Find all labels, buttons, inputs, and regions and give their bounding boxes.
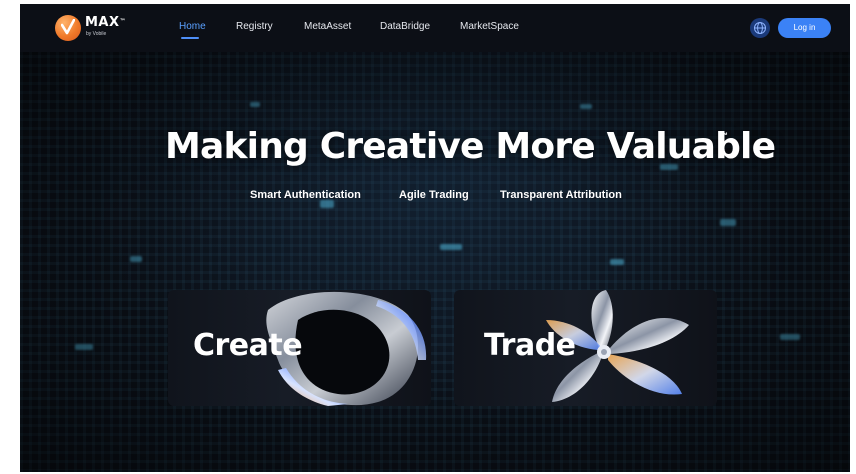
nav-marketspace[interactable]: MarketSpace bbox=[460, 21, 519, 33]
login-button[interactable]: Log in bbox=[778, 18, 831, 38]
language-button[interactable] bbox=[750, 18, 770, 38]
create-card-label: Create bbox=[193, 328, 303, 363]
tagline-smart-authentication: Smart Authentication bbox=[250, 189, 361, 201]
brand-name[interactable]: MAX™ bbox=[85, 16, 126, 29]
create-card[interactable]: Create bbox=[168, 290, 431, 406]
max-logo-icon[interactable] bbox=[55, 15, 81, 41]
brand-text: MAX bbox=[85, 15, 120, 30]
nav-metaasset[interactable]: MetaAsset bbox=[304, 21, 351, 33]
trade-card[interactable]: Trade bbox=[454, 290, 717, 406]
app-window: MAX™ by Vobile Home Registry MetaAsset D… bbox=[20, 4, 850, 472]
top-navbar: MAX™ by Vobile Home Registry MetaAsset D… bbox=[20, 4, 850, 52]
globe-icon bbox=[754, 22, 766, 34]
checkmark-icon bbox=[61, 19, 75, 35]
background-vignette bbox=[20, 52, 850, 472]
brand-subtitle: by Vobile bbox=[86, 31, 107, 37]
hero-title: Making Creative More Valuable bbox=[165, 126, 776, 167]
nav-databridge[interactable]: DataBridge bbox=[380, 21, 430, 33]
tagline-transparent-attribution: Transparent Attribution bbox=[500, 189, 622, 201]
trade-card-label: Trade bbox=[484, 328, 576, 363]
nav-home[interactable]: Home bbox=[179, 21, 206, 33]
brand-trademark: ™ bbox=[119, 18, 127, 25]
hero-trademark: ™ bbox=[720, 131, 728, 140]
nav-active-indicator bbox=[181, 37, 199, 39]
tagline-agile-trading: Agile Trading bbox=[399, 189, 469, 201]
nav-registry[interactable]: Registry bbox=[236, 21, 273, 33]
